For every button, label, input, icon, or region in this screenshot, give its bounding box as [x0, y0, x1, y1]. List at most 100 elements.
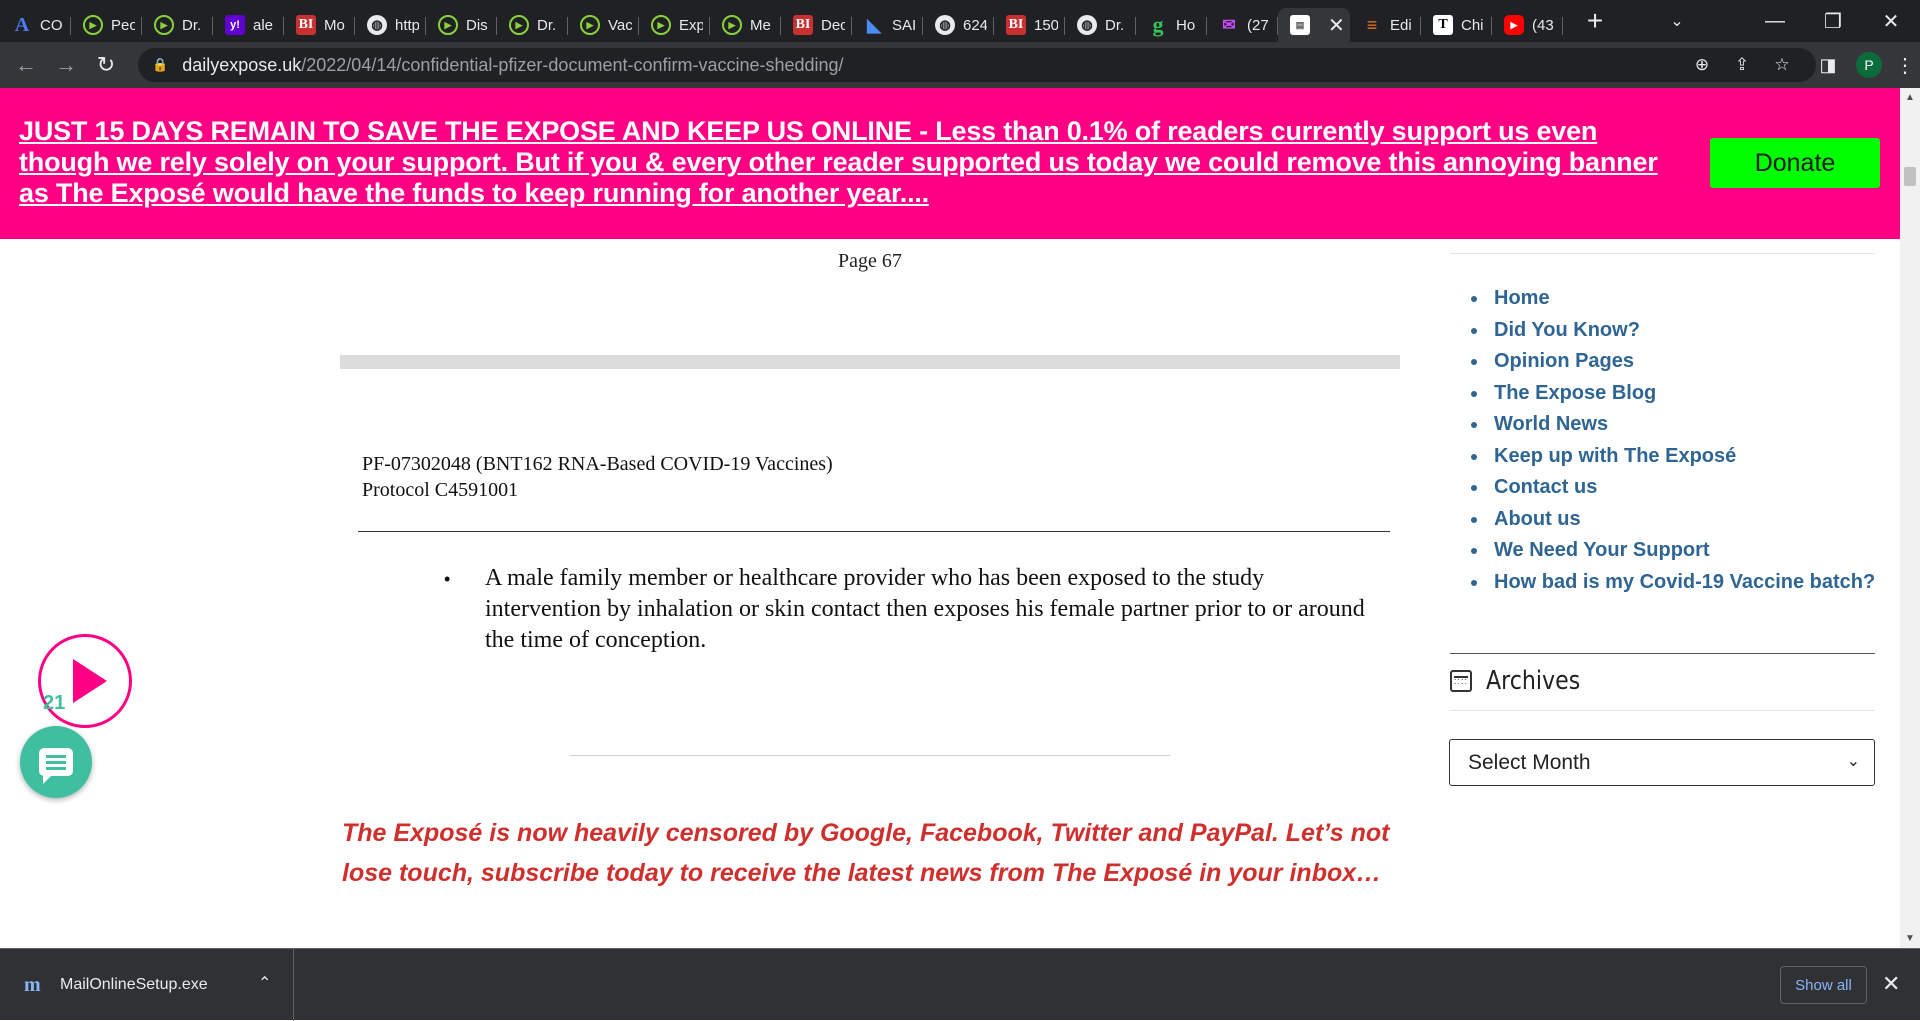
g-icon: g [1152, 12, 1164, 37]
close-download-shelf-button[interactable]: ✕ [1882, 971, 1900, 997]
browser-tab[interactable]: ▶ Peo [71, 8, 142, 42]
play-icon: ▶ [580, 15, 600, 35]
sidebar-menu-item[interactable]: About us [1466, 504, 1875, 536]
browser-tab[interactable]: ≡ Edi [1350, 8, 1421, 42]
document-bullet-text: A male family member or healthcare provi… [485, 565, 1365, 653]
scrollbar-thumb[interactable] [1904, 167, 1916, 186]
browser-tab[interactable]: BI 150 [994, 8, 1065, 42]
browser-tab[interactable]: ▶ (43 [1492, 8, 1563, 42]
scroll-down-arrow[interactable]: ▼ [1900, 933, 1920, 944]
sidebar-menu-item[interactable]: We Need Your Support [1466, 535, 1875, 567]
sidebar-menu-item[interactable]: Keep up with The Exposé [1466, 441, 1875, 473]
sidebar-menu-item[interactable]: How bad is my Covid-19 Vaccine batch? [1466, 567, 1875, 599]
donate-button[interactable]: Donate [1710, 138, 1880, 188]
lock-icon[interactable]: 🔒 [152, 57, 168, 73]
browser-tab[interactable]: ▶ Me [710, 8, 781, 42]
restore-button[interactable]: ❐ [1804, 9, 1862, 34]
tab-list: A CO ▶ Peo ▶ Dr. y! ale BI Mo ◍ http ▶ Dis ▶ Dr. ▶ Vac ▶ Ex… [0, 0, 1563, 42]
play-icon: ▶ [83, 15, 103, 35]
browser-tab[interactable]: BI Dec [781, 8, 852, 42]
document-header-protocol: Protocol C4591001 [362, 479, 519, 501]
browser-tab[interactable]: BI Mo [284, 8, 355, 42]
scroll-up-arrow[interactable]: ▲ [1900, 92, 1920, 103]
tab-label: (43 [1532, 16, 1554, 34]
side-panel-icon[interactable]: ◨ [1808, 55, 1848, 76]
play-count: 21 [43, 692, 66, 714]
reload-button[interactable]: ↻ [86, 52, 126, 78]
chevron-up-icon[interactable]: ⌃ [258, 973, 271, 993]
browser-menu-icon[interactable]: ⋮ [1890, 53, 1920, 78]
show-all-downloads-button[interactable]: Show all [1780, 966, 1867, 1004]
calendar-icon [1450, 670, 1472, 692]
globe-icon: ◍ [367, 15, 387, 35]
tab-label: Peo [111, 16, 135, 34]
url-text[interactable]: dailyexpose.uk/2022/04/14/confidential-p… [182, 55, 843, 76]
browser-tab[interactable]: A CO [0, 8, 71, 42]
tab-label: Dec [821, 16, 845, 34]
document-icon: ▤ [1290, 15, 1310, 35]
tab-label: http [395, 16, 419, 34]
minimize-button[interactable]: — [1746, 10, 1804, 33]
bookmark-star-icon[interactable]: ☆ [1762, 55, 1802, 75]
donation-banner: JUST 15 DAYS REMAIN TO SAVE THE EXPOSE A… [0, 88, 1900, 239]
tab-label: CO [40, 16, 63, 34]
sidebar-menu-item[interactable]: Home [1466, 283, 1875, 315]
browser-tab[interactable]: ▶ Exp [639, 8, 710, 42]
tab-label: 624 [963, 16, 987, 34]
browser-tab[interactable]: ✉ (27 [1207, 8, 1278, 42]
tab-search-button[interactable]: ⌄ [1648, 11, 1706, 31]
archives-rule [1450, 710, 1875, 711]
sidebar-menu-item[interactable]: World News [1466, 409, 1875, 441]
url-path: /2022/04/14/confidential-pfizer-document… [301, 54, 844, 75]
browser-tab[interactable]: T Chi [1421, 8, 1492, 42]
archives-month-select[interactable]: Select Month ⌄ [1449, 739, 1875, 786]
tab-close-icon[interactable]: ✕ [1328, 13, 1345, 38]
sidebar-rule [1450, 653, 1875, 654]
browser-tab[interactable]: ▶ Vac [568, 8, 639, 42]
comments-button[interactable] [20, 726, 92, 798]
browser-tab[interactable]: ◣ SAI [852, 8, 923, 42]
address-bar[interactable]: 🔒 dailyexpose.uk/2022/04/14/confidential… [138, 48, 1816, 82]
url-host: dailyexpose.uk [182, 54, 302, 75]
tab-label: Vac [608, 16, 632, 34]
browser-tab[interactable]: ◍ Dr. [1065, 8, 1136, 42]
zoom-icon[interactable]: ⊕ [1682, 55, 1722, 75]
tab-label: (27 [1247, 16, 1269, 34]
browser-tab[interactable]: ▶ Dr. [497, 8, 568, 42]
sidebar-menu-item[interactable]: Opinion Pages [1466, 346, 1875, 378]
tab-label: Ho [1176, 16, 1196, 34]
forward-button[interactable]: → [46, 52, 86, 78]
sidebar-menu-item[interactable]: The Expose Blog [1466, 378, 1875, 410]
tab-label: Dr. [1105, 16, 1125, 34]
browser-tab[interactable]: ▶ Dis [426, 8, 497, 42]
profile-avatar[interactable]: P [1856, 52, 1882, 78]
bi-icon: BI [793, 15, 813, 35]
bi-icon: BI [1006, 15, 1026, 35]
download-file-name[interactable]: MailOnlineSetup.exe [60, 976, 208, 994]
page-viewport: JUST 15 DAYS REMAIN TO SAVE THE EXPOSE A… [0, 88, 1900, 948]
browser-tab[interactable]: ▤ ✕ [1278, 8, 1350, 42]
tab-label: SAI [892, 16, 916, 34]
sidebar-menu-item[interactable]: Did You Know? [1466, 315, 1875, 347]
tab-label: Dr. [182, 16, 202, 34]
window-close-button[interactable]: ✕ [1862, 9, 1920, 34]
browser-tab[interactable]: g Ho [1136, 8, 1207, 42]
banner-text[interactable]: JUST 15 DAYS REMAIN TO SAVE THE EXPOSE A… [19, 116, 1689, 209]
archives-select-value: Select Month [1468, 750, 1591, 774]
globe-icon: ◍ [1077, 15, 1097, 35]
browser-tab[interactable]: ▶ Dr. [142, 8, 213, 42]
browser-tab[interactable]: ◍ http [355, 8, 426, 42]
document-header-rule [358, 531, 1390, 532]
page-scrollbar[interactable]: ▲ ▼ [1900, 88, 1920, 948]
back-button[interactable]: ← [6, 52, 46, 78]
play-icon: ▶ [438, 15, 458, 35]
tab-strip: A CO ▶ Peo ▶ Dr. y! ale BI Mo ◍ http ▶ Dis ▶ Dr. ▶ Vac ▶ Ex… [0, 0, 1920, 42]
download-item[interactable]: m MailOnlineSetup.exe ⌃ [0, 949, 294, 1021]
share-icon[interactable]: ⇪ [1722, 55, 1762, 75]
browser-tab[interactable]: ◍ 624 [923, 8, 994, 42]
new-tab-button[interactable]: + [1579, 5, 1611, 37]
archives-widget-header: Archives [1450, 666, 1597, 696]
browser-tab[interactable]: y! ale [213, 8, 284, 42]
sidebar-menu-item[interactable]: Contact us [1466, 472, 1875, 504]
tab-label: Exp [679, 16, 703, 34]
